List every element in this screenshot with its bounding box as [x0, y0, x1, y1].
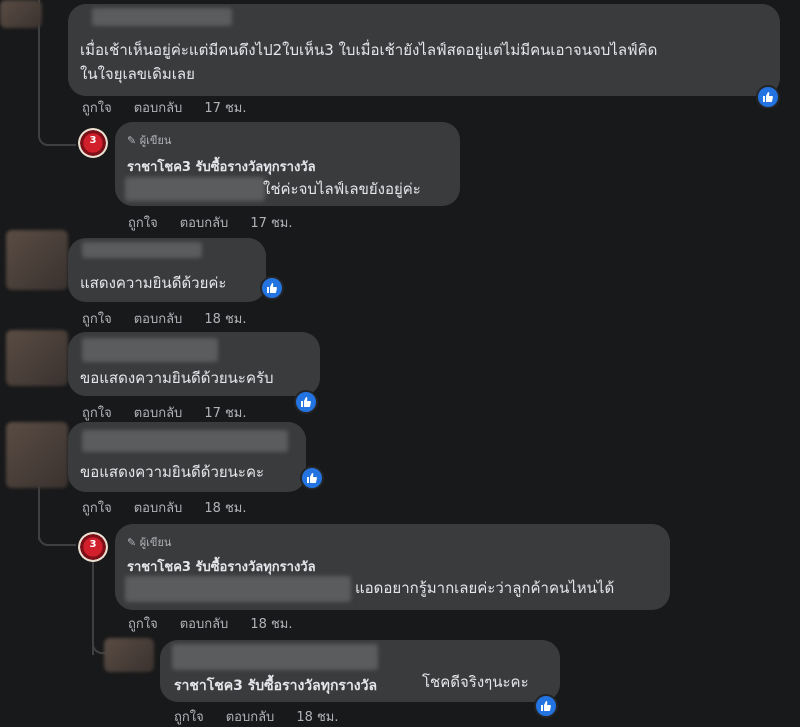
comment-actions: ถูกใจ ตอบกลับ 18 ชม. — [82, 308, 269, 329]
like-button[interactable]: ถูกใจ — [82, 101, 112, 116]
reply-text: แอดอยากรู้มากเลยค่ะว่าลูกค้าคนไหนได้ — [355, 579, 615, 597]
timestamp[interactable]: 18 ชม. — [250, 617, 292, 632]
reply-button[interactable]: ตอบกลับ — [180, 216, 229, 231]
like-reaction-icon — [756, 85, 780, 109]
reply-button[interactable]: ตอบกลับ — [134, 501, 183, 516]
redacted-name — [82, 242, 202, 258]
avatar[interactable] — [104, 638, 154, 672]
redacted-name — [92, 8, 232, 26]
redacted-name — [82, 338, 218, 362]
timestamp[interactable]: 18 ชม. — [296, 710, 338, 725]
redacted-mention — [125, 177, 265, 201]
comment-actions: ถูกใจ ตอบกลับ 17 ชม. — [82, 402, 269, 423]
timestamp[interactable]: 18 ชม. — [204, 312, 246, 327]
reply-button[interactable]: ตอบกลับ — [180, 617, 229, 632]
thread-elbow — [38, 520, 76, 546]
comment-bubble: ขอแสดงความยินดีด้วยนะคะ — [68, 422, 306, 492]
timestamp[interactable]: 17 ชม. — [204, 406, 246, 421]
comment-text: เมื่อเช้าเห็นอยู่ค่ะแต่มีคนดึงไป2ใบเห็น3… — [80, 41, 658, 59]
reply-text: ใช่ค่ะจบไลฟ์เลขยังอยู่ค่ะ — [263, 180, 421, 198]
comment-text: แสดงความยินดีด้วยค่ะ — [80, 274, 227, 292]
author-badge: ✎ ผู้เขียน — [127, 536, 172, 549]
page-avatar[interactable]: 3 — [78, 128, 108, 158]
pencil-icon: ✎ — [127, 536, 140, 549]
like-reaction-icon — [534, 694, 558, 718]
comment-actions: ถูกใจ ตอบกลับ 18 ชม. — [82, 497, 269, 518]
like-button[interactable]: ถูกใจ — [82, 406, 112, 421]
like-reaction-icon — [260, 276, 284, 300]
like-reaction-icon — [294, 390, 318, 414]
comment-bubble: เมื่อเช้าเห็นอยู่ค่ะแต่มีคนดึงไป2ใบเห็น3… — [68, 4, 780, 96]
avatar[interactable] — [6, 330, 68, 386]
comment-text: ในใจยุเลขเดิมเลย — [80, 65, 195, 83]
author-badge: ✎ ผู้เขียน — [127, 134, 172, 147]
comment-text: ขอแสดงความยินดีด้วยนะคะ — [80, 463, 265, 481]
page-avatar[interactable]: 3 — [78, 532, 108, 562]
like-button[interactable]: ถูกใจ — [128, 617, 158, 632]
comment-actions: ถูกใจ ตอบกลับ 17 ชม. — [82, 97, 269, 118]
comment-bubble: แสดงความยินดีด้วยค่ะ — [68, 238, 266, 302]
page-name[interactable]: ราชาโชค3 รับซื้อรางวัลทุกรางวัล — [127, 556, 316, 577]
like-button[interactable]: ถูกใจ — [174, 710, 204, 725]
reply-button[interactable]: ตอบกลับ — [134, 312, 183, 327]
reply-bubble: ✎ ผู้เขียน ราชาโชค3 รับซื้อรางวัลทุกรางว… — [115, 122, 460, 206]
avatar[interactable] — [6, 422, 68, 488]
reply-button[interactable]: ตอบกลับ — [134, 406, 183, 421]
comment-actions: ถูกใจ ตอบกลับ 17 ชม. — [128, 212, 315, 233]
timestamp[interactable]: 18 ชม. — [204, 501, 246, 516]
comment-actions: ถูกใจ ตอบกลับ 18 ชม. — [128, 613, 315, 634]
like-reaction-icon — [300, 466, 324, 490]
reply-button[interactable]: ตอบกลับ — [134, 101, 183, 116]
reply-bubble: ✎ ผู้เขียน ราชาโชค3 รับซื้อรางวัลทุกรางว… — [115, 524, 670, 610]
reply-button[interactable]: ตอบกลับ — [226, 710, 275, 725]
comment-actions: ถูกใจ ตอบกลับ 18 ชม. — [174, 706, 361, 727]
reply-text: โชคดีจริงๆนะคะ — [422, 673, 529, 691]
thread-elbow — [38, 120, 76, 146]
comment-text: ขอแสดงความยินดีด้วยนะครับ — [80, 369, 274, 387]
page-name[interactable]: ราชาโชค3 รับซื้อรางวัลทุกรางวัล — [127, 156, 316, 177]
redacted-mention — [125, 576, 351, 602]
like-button[interactable]: ถูกใจ — [82, 501, 112, 516]
avatar[interactable] — [0, 0, 42, 28]
avatar[interactable] — [6, 230, 68, 290]
page-name[interactable]: ราชาโชค3 รับซื้อรางวัลทุกรางวัล — [174, 675, 377, 697]
like-button[interactable]: ถูกใจ — [82, 312, 112, 327]
comment-bubble: ขอแสดงความยินดีด้วยนะครับ — [68, 332, 320, 396]
reply-bubble: ราชาโชค3 รับซื้อรางวัลทุกรางวัล โชคดีจริ… — [160, 640, 560, 702]
pencil-icon: ✎ — [127, 134, 140, 147]
timestamp[interactable]: 17 ชม. — [250, 216, 292, 231]
redacted-name — [82, 430, 288, 452]
redacted-name — [172, 644, 378, 670]
timestamp[interactable]: 17 ชม. — [204, 101, 246, 116]
like-button[interactable]: ถูกใจ — [128, 216, 158, 231]
